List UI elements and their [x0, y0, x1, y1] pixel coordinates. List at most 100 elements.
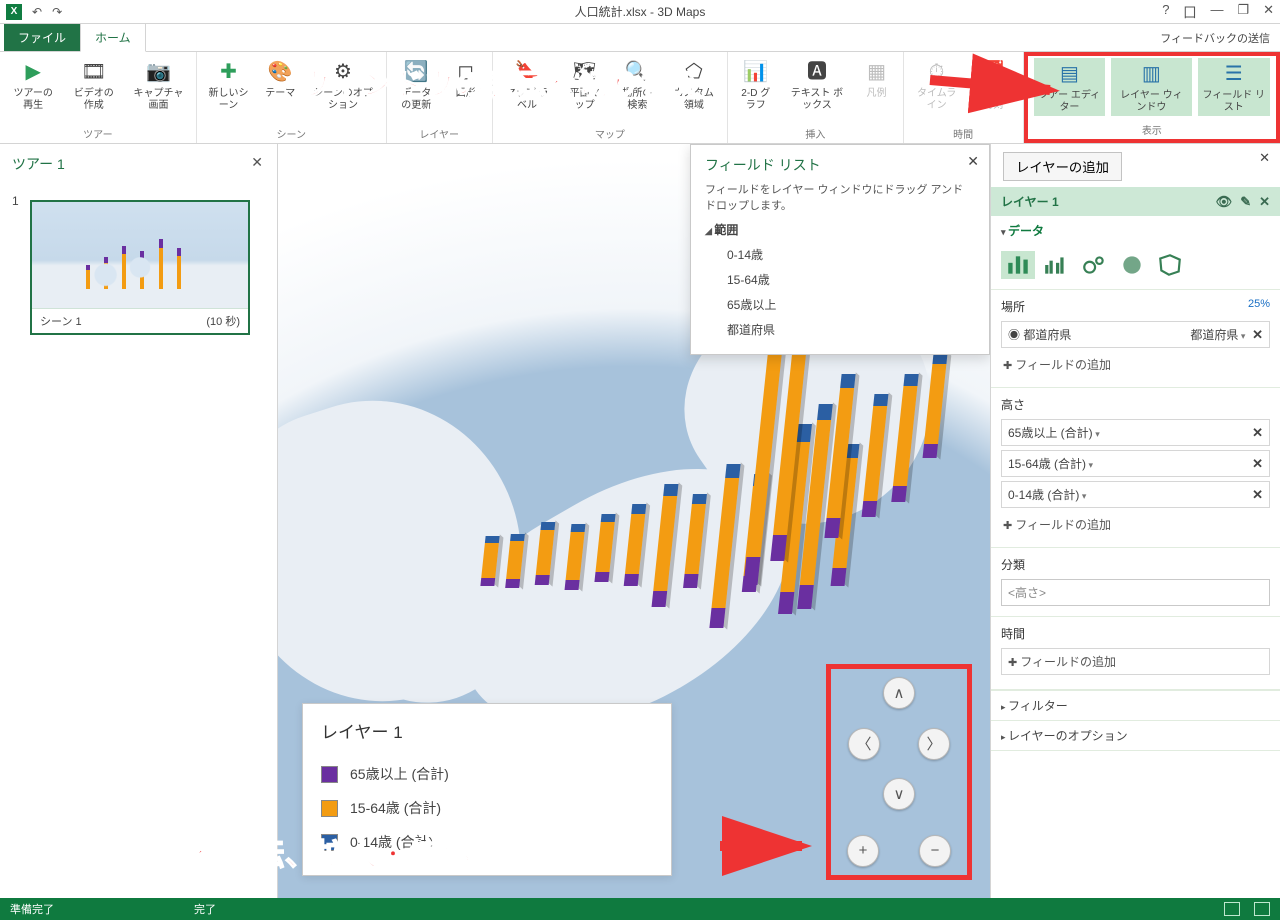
remove-field-button[interactable]: ✕	[1252, 487, 1263, 503]
map-navigation-controls: ∧ 〈 〉 ∨ + −	[826, 664, 972, 880]
refresh-icon: 🔄	[400, 58, 432, 86]
remove-field-button[interactable]: ✕	[1252, 456, 1263, 472]
location-field-row[interactable]: ◉ 都道府県 都道府県 ✕	[1001, 321, 1270, 348]
layer-pane-close-button[interactable]: ✕	[1259, 150, 1270, 166]
create-video-button[interactable]: 🎞ビデオの作成	[66, 56, 121, 114]
refresh-data-button[interactable]: 🔄データの更新	[393, 56, 440, 114]
time-field-placeholder[interactable]: フィールドの追加	[1001, 648, 1270, 675]
legend-row: 0-14歳 (合計)	[321, 825, 653, 859]
map-legend[interactable]: レイヤー 1 65歳以上 (合計) 15-64歳 (合計) 0-14歳 (合計)	[302, 703, 672, 876]
themes-button[interactable]: 🎨テーマ	[260, 56, 300, 102]
group-label-tour: ツアー	[83, 124, 112, 141]
clustered-column-type[interactable]	[1039, 251, 1073, 279]
geocode-percent[interactable]: 25%	[1248, 298, 1270, 310]
capture-screen-button[interactable]: 📷キャプチャ画面	[127, 56, 190, 114]
tilt-down-button[interactable]: ∨	[883, 778, 915, 810]
shapes-icon: ◻	[450, 58, 482, 86]
height-field-row[interactable]: 65歳以上 (合計)✕	[1001, 419, 1270, 446]
minimize-button[interactable]: —	[1210, 2, 1223, 21]
bubble-type[interactable]	[1077, 251, 1111, 279]
stacked-column-type[interactable]	[1001, 251, 1035, 279]
camera-icon: 📷	[142, 58, 174, 86]
scene-thumbnail[interactable]: シーン 1 (10 秒)	[30, 200, 250, 335]
layer-visibility-icon[interactable]: 👁	[1216, 194, 1233, 210]
custom-region-button[interactable]: ⬠カスタム領域	[667, 56, 721, 114]
textbox-button[interactable]: 🅰テキスト ボックス	[783, 56, 850, 114]
title-bar: X ↶ ↷ 人口統計.xlsx - 3D Maps ? 囗 — ❐ ✕	[0, 0, 1280, 24]
shapes-button[interactable]: ◻図形	[446, 56, 486, 102]
height-field-row[interactable]: 15-64歳 (合計)✕	[1001, 450, 1270, 477]
layer-rename-icon[interactable]: ✎	[1240, 194, 1251, 210]
field-item[interactable]: 0-14歳	[727, 242, 975, 267]
legend-row: 15-64歳 (合計)	[321, 791, 653, 825]
rotate-left-button[interactable]: 〈	[848, 728, 880, 760]
remove-field-button[interactable]: ✕	[1252, 425, 1263, 441]
field-item[interactable]: 都道府県	[727, 317, 975, 342]
ribbon-group-scene: ✚新しいシーン 🎨テーマ ⚙シーンのオプション シーン	[197, 52, 387, 143]
map-labels-button[interactable]: 🔖マップ ラベル	[499, 56, 556, 114]
layer-delete-icon[interactable]: ✕	[1259, 194, 1270, 210]
textbox-icon: 🅰	[801, 58, 833, 86]
redo-button[interactable]: ↷	[52, 5, 62, 19]
2d-chart-button[interactable]: 📊2-D グラフ	[734, 56, 777, 114]
window-controls: ? 囗 — ❐ ✕	[1162, 2, 1274, 21]
field-item[interactable]: 15-64歳	[727, 267, 975, 292]
status-fullscreen-icon[interactable]	[1254, 902, 1270, 916]
category-dropdown[interactable]: <高さ>	[1001, 579, 1270, 606]
field-item[interactable]: 65歳以上	[727, 292, 975, 317]
layer-window-icon: ▥	[1135, 60, 1167, 88]
window-title: 人口統計.xlsx - 3D Maps	[575, 3, 706, 20]
new-scene-button[interactable]: ✚新しいシーン	[203, 56, 255, 114]
zoom-in-button[interactable]: +	[847, 835, 879, 867]
legend-button[interactable]: ▦凡例	[857, 56, 897, 102]
layer-options-section-header[interactable]: レイヤーのオプション	[991, 721, 1280, 750]
datetime-button[interactable]: 📅日付と時刻	[970, 56, 1017, 114]
group-label-layer: レイヤー	[419, 124, 459, 141]
add-location-field[interactable]: フィールドの追加	[1001, 352, 1270, 377]
tour-editor-toggle[interactable]: ▤ツアー エディター	[1034, 58, 1106, 116]
undo-button[interactable]: ↶	[32, 5, 42, 19]
zoom-out-button[interactable]: −	[919, 835, 951, 867]
tab-home[interactable]: ホーム	[80, 23, 146, 52]
ribbon-options-button[interactable]: 囗	[1183, 2, 1196, 21]
rotate-right-button[interactable]: 〉	[918, 728, 950, 760]
ribbon-group-map: 🔖マップ ラベル 🗺平面マップ 🔍場所の検索 ⬠カスタム領域 マップ	[493, 52, 728, 143]
field-list-toggle[interactable]: ☰フィールド リスト	[1198, 58, 1271, 116]
find-location-button[interactable]: 🔍場所の検索	[614, 56, 661, 114]
status-ready: 準備完了	[10, 901, 54, 917]
layer-header[interactable]: レイヤー 1 👁 ✎ ✕	[991, 187, 1280, 216]
scene-options-button[interactable]: ⚙シーンのオプション	[306, 56, 379, 114]
timeline-icon: ⏱	[921, 58, 953, 86]
labels-icon: 🔖	[511, 58, 543, 86]
heatmap-type[interactable]	[1115, 251, 1149, 279]
tour-pane-close-button[interactable]: ✕	[251, 154, 263, 171]
close-button[interactable]: ✕	[1263, 2, 1274, 21]
tilt-up-button[interactable]: ∧	[883, 677, 915, 709]
geo-type-dropdown[interactable]: 都道府県	[1190, 328, 1245, 342]
timeline-button[interactable]: ⏱タイムライン	[910, 56, 964, 114]
search-icon: 🔍	[621, 58, 653, 86]
filter-section-header[interactable]: フィルター	[991, 691, 1280, 720]
restore-button[interactable]: ❐	[1237, 2, 1249, 21]
feedback-link[interactable]: フィードバックの送信	[1160, 30, 1270, 46]
tab-file[interactable]: ファイル	[4, 24, 80, 51]
flat-map-button[interactable]: 🗺平面マップ	[561, 56, 608, 114]
tour-title: ツアー 1	[12, 154, 265, 174]
map-canvas[interactable]: フィールド リスト ✕ フィールドをレイヤー ウィンドウにドラッグ アンド ドロ…	[278, 144, 990, 898]
layer-pane: ✕ レイヤーの追加 レイヤー 1 👁 ✎ ✕ データ 場所25%	[990, 144, 1280, 898]
new-scene-icon: ✚	[213, 58, 245, 86]
data-section-header[interactable]: データ	[991, 216, 1280, 245]
field-list-close-button[interactable]: ✕	[967, 153, 979, 170]
play-tour-button[interactable]: ▶ツアーの再生	[6, 56, 60, 114]
remove-field-button[interactable]: ✕	[1252, 327, 1263, 342]
region-type[interactable]	[1153, 251, 1187, 279]
chart-icon: 📊	[740, 58, 772, 86]
height-field-row[interactable]: 0-14歳 (合計)✕	[1001, 481, 1270, 508]
add-layer-button[interactable]: レイヤーの追加	[1003, 152, 1122, 181]
add-height-field[interactable]: フィールドの追加	[1001, 512, 1270, 537]
layer-window-toggle[interactable]: ▥レイヤー ウィンドウ	[1111, 58, 1191, 116]
status-view-icon[interactable]	[1224, 902, 1240, 916]
field-list-root[interactable]: 範囲	[705, 221, 975, 238]
help-button[interactable]: ?	[1162, 2, 1169, 21]
group-label-insert: 挿入	[805, 124, 825, 141]
